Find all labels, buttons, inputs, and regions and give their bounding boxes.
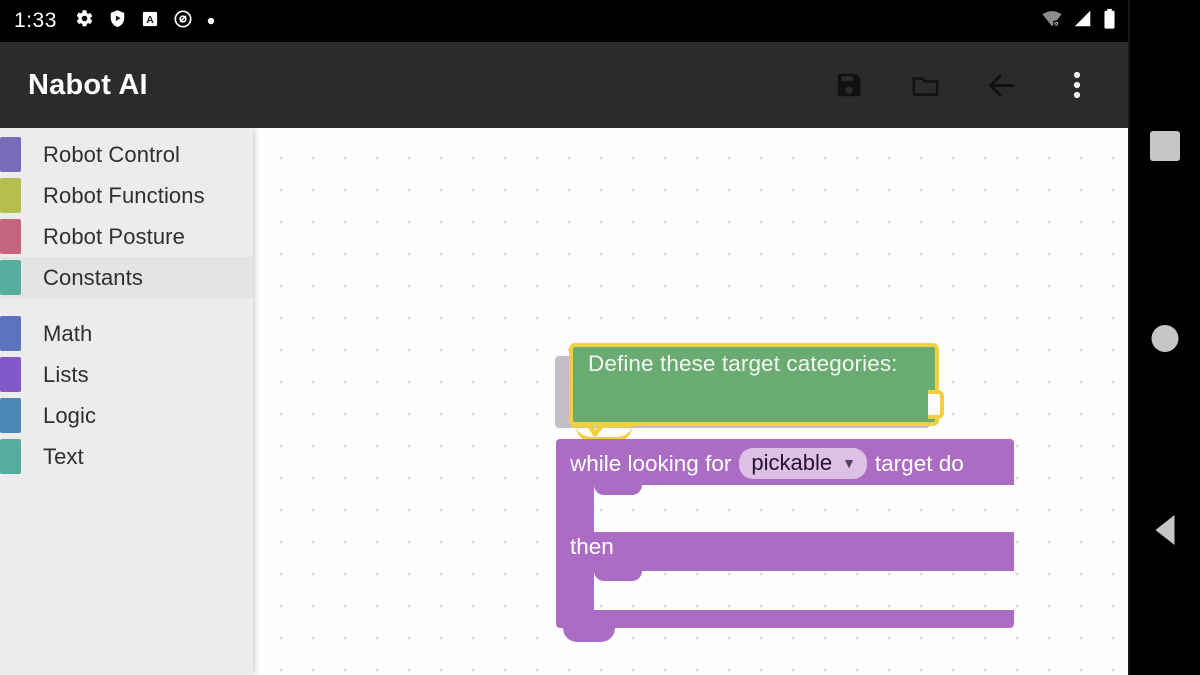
app-bar: Nabot AI: [0, 42, 1130, 128]
nav-recents-button[interactable]: [1150, 131, 1180, 161]
sidebar-item-label: Constants: [43, 264, 143, 290]
category-color-swatch: [0, 219, 21, 254]
while-block-then-bar: [556, 532, 1014, 571]
wifi-off-icon: [1041, 9, 1063, 33]
sidebar-item-text[interactable]: Text: [0, 436, 253, 477]
sidebar-item-label: Lists: [43, 361, 89, 387]
category-color-swatch: [0, 439, 21, 474]
category-color-swatch: [0, 357, 21, 392]
svg-text:A: A: [146, 14, 154, 26]
while-looking-for-block[interactable]: while looking for pickable ▼ target do t…: [556, 439, 1014, 642]
target-type-dropdown[interactable]: pickable ▼: [739, 448, 867, 479]
sidebar-item-robot-posture[interactable]: Robot Posture: [0, 216, 253, 257]
category-color-swatch: [0, 137, 21, 172]
while-block-header-row: while looking for pickable ▼ target do: [570, 448, 964, 479]
dot-icon: [207, 12, 215, 30]
status-bar: 1:33 A: [0, 0, 1130, 42]
chevron-down-icon: ▼: [842, 455, 856, 471]
sidebar-item-lists[interactable]: Lists: [0, 354, 253, 395]
while-block-bottom-connector: [563, 628, 615, 642]
sidebar-item-constants[interactable]: Constants: [0, 257, 253, 298]
status-bar-system-icons: [1041, 8, 1116, 35]
status-bar-clock: 1:33: [14, 9, 57, 32]
while-block-footer: [556, 610, 1014, 628]
sidebar-item-label: Math: [43, 320, 93, 346]
category-color-swatch: [0, 260, 21, 295]
while-block-do-slot-notch: [594, 485, 642, 495]
status-bar-notification-icons: A: [75, 9, 215, 34]
sidebar-item-math[interactable]: Math: [0, 313, 253, 354]
define-target-categories-block[interactable]: Define these target categories:: [569, 343, 944, 442]
back-arrow-icon[interactable]: [980, 64, 1022, 106]
circle-at-icon: [173, 9, 193, 34]
target-type-dropdown-value: pickable: [751, 450, 833, 475]
sidebar-item-logic[interactable]: Logic: [0, 395, 253, 436]
workspace: Define these target categories: while lo…: [0, 128, 1130, 675]
folder-open-icon[interactable]: [904, 64, 946, 106]
sidebar-item-robot-functions[interactable]: Robot Functions: [0, 175, 253, 216]
define-block-label: Define these target categories:: [588, 351, 898, 376]
while-block-suffix-label: target do: [874, 450, 964, 476]
while-block-prefix-label: while looking for: [570, 450, 732, 476]
sidebar-item-label: Robot Posture: [43, 223, 185, 249]
while-block-then-slot-notch: [594, 571, 642, 581]
sidebar-item-label: Robot Functions: [43, 182, 205, 208]
sidebar-group-divider: [0, 298, 253, 313]
sidebar-item-label: Robot Control: [43, 141, 181, 167]
battery-icon: [1103, 8, 1116, 35]
sidebar-item-label: Logic: [43, 402, 97, 428]
nav-back-button[interactable]: [1155, 515, 1175, 545]
block-category-sidebar: Robot Control Robot Functions Robot Post…: [0, 128, 253, 675]
sidebar-item-robot-control[interactable]: Robot Control: [0, 134, 253, 175]
category-color-swatch: [0, 316, 21, 351]
device-screen: 1:33 A Nabot AI Define these target cate…: [0, 0, 1200, 675]
blockly-canvas[interactable]: Define these target categories: while lo…: [253, 128, 1130, 675]
app-bar-actions: [828, 64, 1112, 106]
define-block-value-socket[interactable]: [928, 390, 944, 419]
cellular-signal-icon: [1073, 9, 1093, 33]
android-navigation-bar: [1130, 0, 1200, 675]
while-block-then-label: then: [570, 534, 614, 559]
play-protect-icon: [108, 9, 127, 33]
sidebar-item-label: Text: [43, 443, 84, 469]
gear-icon: [75, 9, 94, 33]
app-a-icon: A: [141, 10, 159, 33]
overflow-menu-icon[interactable]: [1056, 64, 1098, 106]
nav-home-button[interactable]: [1151, 325, 1179, 352]
app-title: Nabot AI: [28, 68, 148, 101]
save-icon[interactable]: [828, 64, 870, 106]
category-color-swatch: [0, 178, 21, 213]
category-color-swatch: [0, 398, 21, 433]
